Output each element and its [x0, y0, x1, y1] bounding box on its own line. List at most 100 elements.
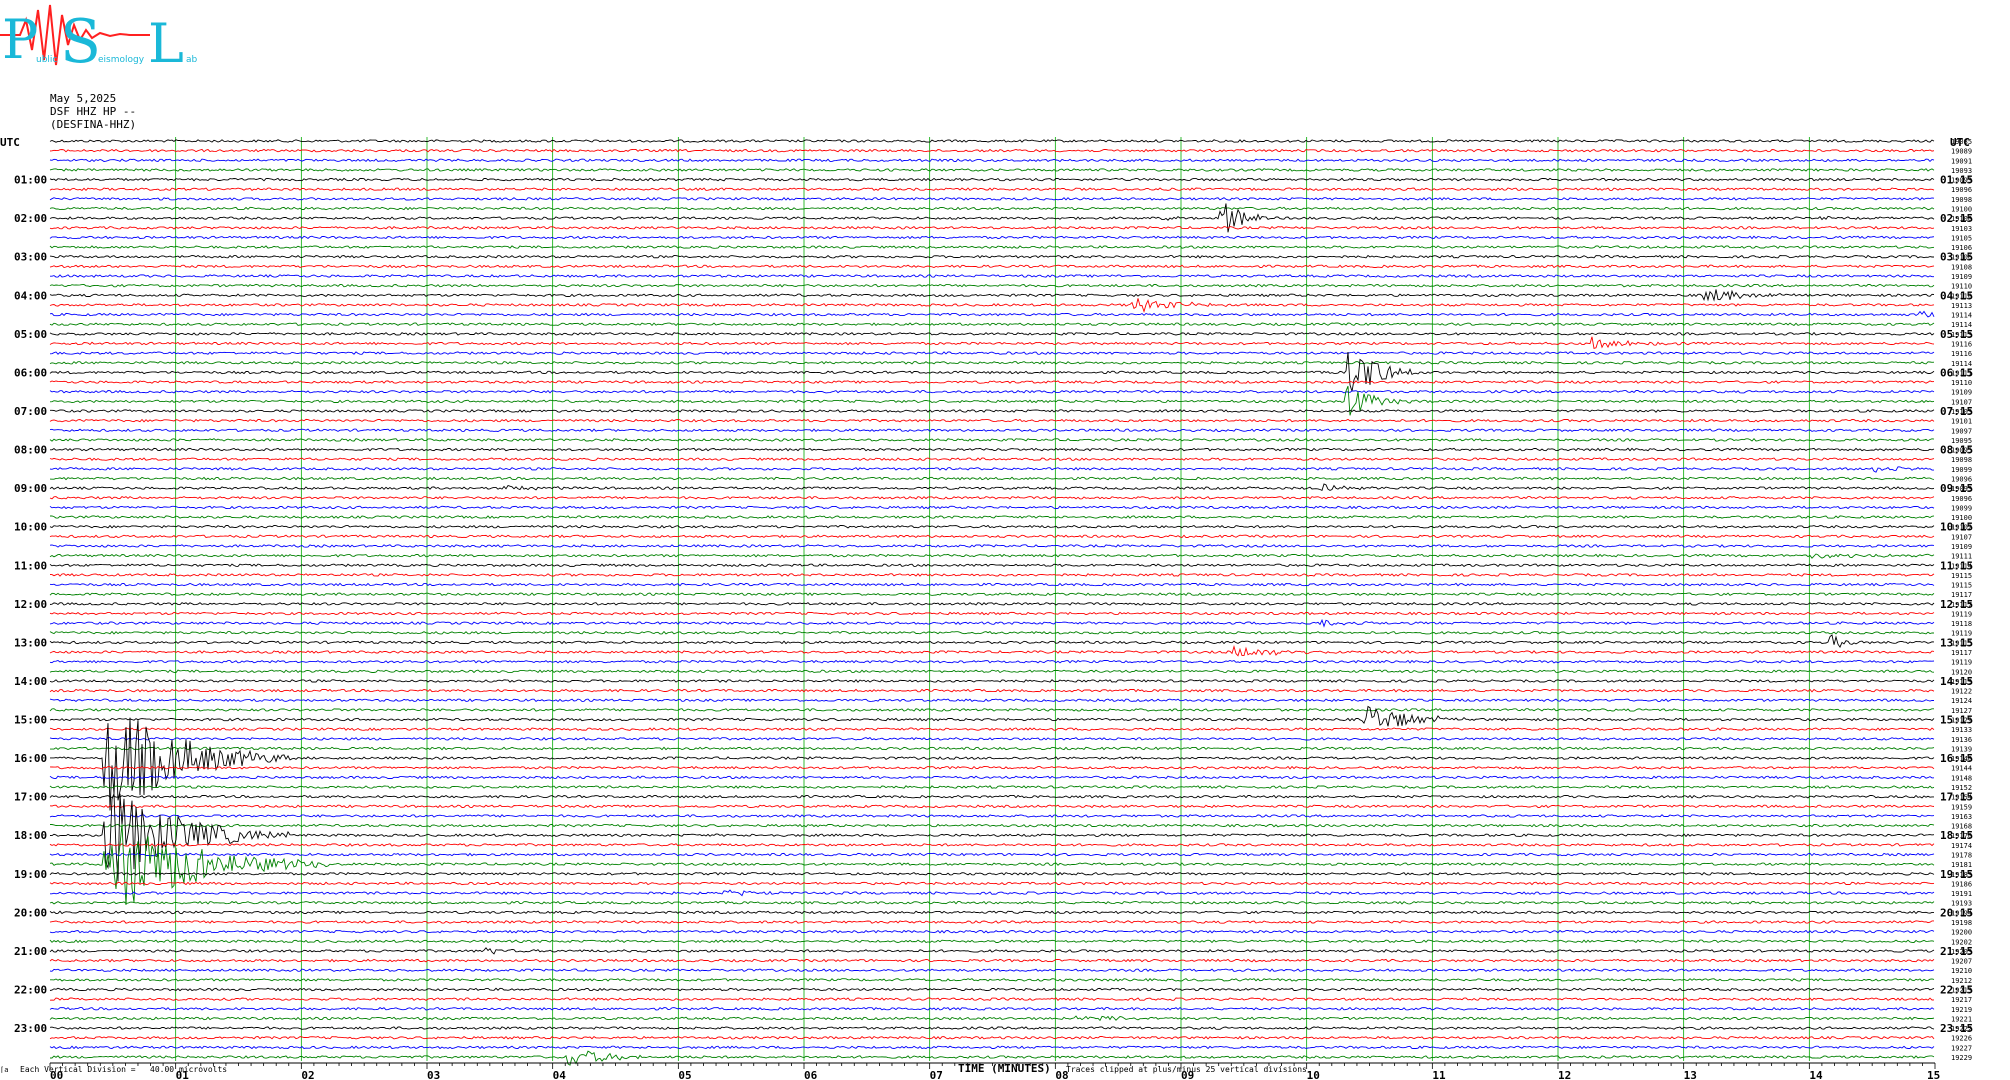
trace-line [49, 505, 1935, 510]
trace-line [49, 659, 1935, 664]
trace-offset-label: 19108 [1951, 263, 1972, 271]
hour-label-right: 04:15 [1940, 289, 1973, 302]
hour-label-right: 15:15 [1940, 714, 1973, 727]
trace-offset-label: 19229 [1951, 1054, 1972, 1062]
trace-offset-label: 19115 [1951, 582, 1972, 590]
trace-line [49, 814, 1935, 818]
trace-line [50, 978, 1935, 982]
trace-line [49, 187, 1935, 192]
trace-line [49, 804, 1935, 809]
trace-line [49, 968, 1935, 973]
trace-line [49, 457, 1935, 462]
trace-offset-label: 19109 [1951, 273, 1972, 281]
trace-line [49, 298, 1935, 314]
trace-offset-label: 19200 [1951, 929, 1972, 937]
trace-line [49, 618, 1935, 628]
trace-line [49, 1006, 1935, 1011]
trace-line [49, 987, 1935, 992]
trace-offset-label: 19226 [1951, 1035, 1972, 1043]
hour-label-left: 08:00 [14, 444, 47, 457]
trace-line [49, 254, 1934, 259]
trace-offset-label: 19101 [1951, 418, 1972, 426]
trace-line [49, 360, 1935, 365]
trace-offset-label: 19109 [1951, 543, 1972, 551]
helicorder-plot: 1908519089190911909319093190961909819100… [0, 136, 1973, 1080]
hour-label-left: 21:00 [14, 945, 47, 958]
trace-offset-label: 19113 [1951, 302, 1972, 310]
trace-offset-label: 19163 [1951, 813, 1972, 821]
hour-label-right: 14:15 [1940, 675, 1973, 688]
trace-line [49, 225, 1935, 230]
trace-line [49, 644, 1935, 657]
trace-line [49, 289, 1935, 302]
trace-line [49, 997, 1935, 1001]
trace-offset-label: 19091 [1951, 157, 1972, 165]
trace-offset-label: 19119 [1951, 610, 1972, 618]
trace-line [49, 544, 1935, 548]
x-axis-title: TIME (MINUTES) [958, 1062, 1051, 1075]
trace-line [49, 929, 1935, 934]
x-tick-label: 13 [1684, 1069, 1697, 1080]
hour-label-right: 01:15 [1940, 174, 1973, 187]
hour-label-right: 13:15 [1940, 636, 1973, 649]
trace-line [49, 206, 1935, 211]
trace-line [49, 389, 1935, 394]
trace-line [49, 698, 1935, 703]
hour-label-left: 13:00 [14, 636, 47, 649]
trace-line [49, 322, 1935, 327]
utc-label-left: UTC [0, 136, 20, 149]
trace-line [49, 158, 1935, 163]
trace-offset-label: 19119 [1951, 659, 1972, 667]
x-tick-label: 03 [427, 1069, 440, 1080]
trace-line [49, 524, 1935, 529]
hour-label-left: 10:00 [14, 521, 47, 534]
hour-label-left: 01:00 [14, 174, 47, 187]
trace-line [49, 958, 1935, 963]
trace-line [50, 889, 1935, 897]
trace-line [49, 534, 1935, 539]
hour-label-right: 11:15 [1940, 559, 1973, 572]
trace-line [49, 553, 1935, 559]
hour-label-left: 02:00 [14, 212, 47, 225]
trace-line [49, 582, 1935, 587]
trace-line [49, 708, 1934, 712]
trace-offset-label: 19105 [1951, 234, 1972, 242]
clip-note: Traces clipped at plus/minus 25 vertical… [1066, 1065, 1307, 1074]
trace-line [49, 939, 1935, 944]
trace-line [49, 634, 1935, 649]
x-tick-label: 10 [1307, 1069, 1320, 1080]
trace-line [49, 483, 1935, 492]
trace-offset-label: 19097 [1951, 427, 1972, 435]
trace-offset-label: 19122 [1951, 688, 1972, 696]
hour-label-left: 09:00 [14, 482, 47, 495]
trace-offset-label: 19098 [1951, 456, 1972, 464]
trace-line [49, 843, 1935, 847]
x-tick-label: 14 [1809, 1069, 1823, 1080]
hour-label-right: 05:15 [1940, 328, 1973, 341]
trace-offset-label: 19136 [1951, 736, 1972, 744]
trace-line [49, 495, 1935, 500]
trace-offset-label: 19118 [1951, 620, 1972, 628]
trace-line [50, 746, 1935, 751]
hour-label-left: 23:00 [14, 1022, 47, 1035]
hour-label-left: 03:00 [14, 251, 47, 264]
corner-mark: ⌈a [0, 1066, 8, 1074]
hour-label-left: 20:00 [14, 906, 47, 919]
trace-offset-label: 19117 [1951, 649, 1972, 657]
hour-label-right: 21:15 [1940, 945, 1973, 958]
trace-line [50, 823, 1935, 828]
hour-label-left: 16:00 [14, 752, 47, 765]
trace-offset-label: 19133 [1951, 726, 1972, 734]
hour-label-right: 07:15 [1940, 405, 1973, 418]
utc-label-right: UTC [1950, 136, 1970, 149]
hour-label-right: 16:15 [1940, 752, 1973, 765]
trace-offset-label: 19096 [1951, 495, 1972, 503]
hour-label-left: 07:00 [14, 405, 47, 418]
trace-line [49, 310, 1935, 318]
hour-label-right: 17:15 [1940, 791, 1973, 804]
trace-offset-label: 19191 [1951, 890, 1972, 898]
trace-line [49, 688, 1935, 693]
x-tick-label: 02 [301, 1069, 314, 1080]
hour-label-right: 23:15 [1940, 1022, 1973, 1035]
trace-line [49, 910, 1934, 915]
